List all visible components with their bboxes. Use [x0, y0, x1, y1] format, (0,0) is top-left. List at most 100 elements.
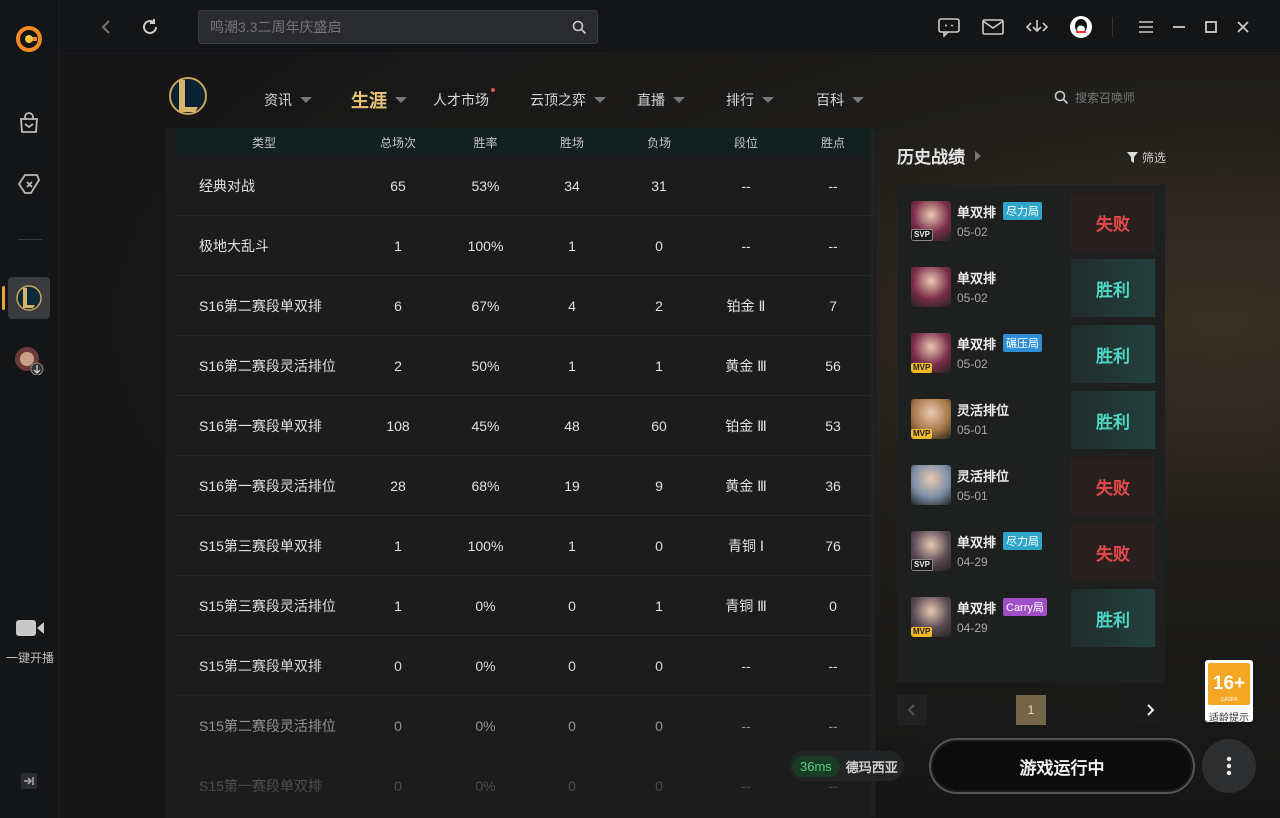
- match-item[interactable]: 单双排 05-02 胜利: [897, 259, 1165, 317]
- table-cell: --: [828, 657, 838, 674]
- games-button[interactable]: [8, 163, 50, 205]
- table-row[interactable]: S16第一赛段单双排 108 45% 48 60 铂金 Ⅲ 53: [175, 396, 876, 456]
- table-row[interactable]: S16第二赛段灵活排位 2 50% 1 1 黄金 Ⅲ 56: [175, 336, 876, 396]
- shopping-bag-icon: [20, 112, 38, 133]
- lol-logo-icon: [16, 285, 42, 311]
- server-name: 德玛西亚: [845, 759, 898, 775]
- nav-talent-market-text: 人才市场: [433, 92, 489, 108]
- active-indicator: [2, 286, 5, 310]
- table-cell: S15第三赛段灵活排位: [199, 597, 336, 614]
- match-result: 胜利: [1071, 589, 1155, 647]
- table-cell: 0%: [475, 657, 496, 674]
- nav-wiki[interactable]: 百科: [816, 90, 864, 110]
- table-row[interactable]: S16第一赛段灵活排位 28 68% 19 9 黄金 Ⅲ 36: [175, 456, 876, 516]
- table-cell: --: [828, 237, 838, 254]
- filter-button[interactable]: 筛选: [1126, 149, 1166, 166]
- match-date: 05-02: [957, 291, 988, 305]
- table-row[interactable]: S15第三赛段单双排 1 100% 1 0 青铜 Ⅰ 76: [175, 516, 876, 576]
- chevron-left-icon: [907, 704, 915, 716]
- match-mode: 单双排: [957, 535, 997, 550]
- lol-logo[interactable]: [167, 74, 209, 123]
- table-row[interactable]: S15第二赛段单双排 0 0% 0 0 -- --: [175, 636, 876, 696]
- match-item[interactable]: MVP 单双排 碾压局 05-02 胜利: [897, 325, 1165, 383]
- nav-ranking[interactable]: 排行: [726, 90, 774, 110]
- search-input[interactable]: [210, 19, 550, 35]
- match-item[interactable]: MVP 灵活排位 05-01 胜利: [897, 391, 1165, 449]
- more-options-button[interactable]: [1202, 739, 1256, 793]
- table-cell: --: [828, 717, 838, 734]
- match-mode: 灵活排位: [957, 403, 1010, 418]
- column-header: 负场: [646, 135, 671, 150]
- table-cell: 1: [655, 357, 663, 374]
- minimize-icon: [1173, 26, 1185, 28]
- table-body: 类型 总场次 胜率 胜场 负场 段位 胜点 经典对战 65 53% 34 31 -- -- 极地大乱斗 1 10…: [175, 128, 876, 816]
- download-button[interactable]: [1024, 14, 1050, 40]
- table-row[interactable]: S15第三赛段灵活排位 1 0% 0 1 青铜 Ⅲ 0: [175, 576, 876, 636]
- menu-button[interactable]: [1133, 14, 1159, 40]
- current-page[interactable]: 1: [1016, 695, 1046, 725]
- mail-button[interactable]: [980, 14, 1006, 40]
- match-mode: 单双排: [957, 205, 997, 220]
- table-cell: 1: [394, 597, 402, 614]
- table-row[interactable]: 经典对战 65 53% 34 31 -- --: [175, 156, 876, 216]
- summoner-search[interactable]: [1054, 90, 1165, 105]
- table-cell: S16第二赛段灵活排位: [199, 357, 336, 374]
- next-page-button[interactable]: [1135, 695, 1165, 725]
- table-row[interactable]: 极地大乱斗 1 100% 1 0 -- --: [175, 216, 876, 276]
- search-icon[interactable]: [572, 20, 587, 35]
- mvp-badge: SVP: [911, 229, 934, 241]
- age-rating-badge: 16+ CADPA 适龄提示: [1205, 660, 1253, 724]
- table-cell: --: [741, 717, 751, 734]
- game-nav: 资讯 生涯 人才市场 云顶之弈 直播 排行 百科: [61, 55, 1280, 128]
- champion-portrait: [911, 465, 951, 505]
- lol-game-button[interactable]: [8, 277, 50, 319]
- maximize-button[interactable]: [1198, 14, 1224, 40]
- match-history-title[interactable]: 历史战绩: [897, 143, 1166, 168]
- user-avatar-button[interactable]: [1068, 14, 1094, 40]
- table-row[interactable]: S15第二赛段灵活排位 0 0% 0 0 -- --: [175, 696, 876, 756]
- table-cell: 53%: [471, 177, 500, 194]
- table-cell: 31: [651, 177, 667, 194]
- table-cell: 极地大乱斗: [199, 237, 269, 254]
- launch-game-button[interactable]: 游戏运行中: [929, 738, 1195, 794]
- match-item[interactable]: SVP 单双排 尽力局 04-29 失败: [897, 523, 1165, 581]
- table-cell: 50%: [471, 357, 500, 374]
- match-item[interactable]: MVP 单双排 Carry局 04-29 胜利: [897, 589, 1165, 647]
- collapse-sidebar-button[interactable]: [8, 760, 50, 802]
- match-result: 胜利: [1071, 259, 1155, 317]
- nav-tft[interactable]: 云顶之弈: [530, 90, 606, 110]
- table-row[interactable]: S15第一赛段单双排 0 0% 0 0 -- --: [175, 756, 876, 816]
- table-cell: 60: [651, 417, 667, 434]
- server-status[interactable]: 36ms 德玛西亚: [789, 751, 904, 781]
- left-rail: 一键开播: [0, 0, 60, 818]
- filter-label: 筛选: [1141, 151, 1166, 165]
- close-button[interactable]: [1230, 14, 1256, 40]
- one-click-live-button[interactable]: 一键开播: [0, 618, 60, 666]
- table-scrollbar[interactable]: [871, 130, 875, 816]
- match-item[interactable]: 灵活排位 05-01 失败: [897, 457, 1165, 515]
- column-header: 胜场: [559, 135, 584, 150]
- back-button[interactable]: [93, 14, 119, 40]
- chat-button[interactable]: [936, 14, 962, 40]
- topbar-divider: [1112, 17, 1113, 37]
- table-row[interactable]: S16第二赛段单双排 6 67% 4 2 铂金 Ⅱ 7: [175, 276, 876, 336]
- nav-live[interactable]: 直播: [637, 90, 685, 110]
- other-game-button[interactable]: [8, 339, 50, 381]
- store-button[interactable]: [8, 102, 50, 144]
- search-bar[interactable]: [198, 10, 598, 44]
- nav-career-label: 生涯: [351, 91, 387, 111]
- nav-career[interactable]: 生涯: [351, 87, 407, 113]
- summoner-search-input[interactable]: [1075, 90, 1165, 105]
- table-cell: 2: [655, 297, 663, 314]
- prev-page-button[interactable]: [897, 695, 927, 725]
- app-logo[interactable]: [8, 18, 50, 60]
- minimize-button[interactable]: [1166, 14, 1192, 40]
- nav-news[interactable]: 资讯: [264, 90, 312, 110]
- champion-portrait: SVP: [911, 201, 951, 241]
- match-tag: 尽力局: [1003, 532, 1042, 550]
- nav-talent-market[interactable]: 人才市场: [433, 88, 495, 110]
- match-item[interactable]: SVP 单双排 尽力局 05-02 失败: [897, 193, 1165, 251]
- chevron-left-icon: [101, 20, 110, 34]
- refresh-button[interactable]: [137, 14, 163, 40]
- table-cell: 48: [564, 417, 580, 434]
